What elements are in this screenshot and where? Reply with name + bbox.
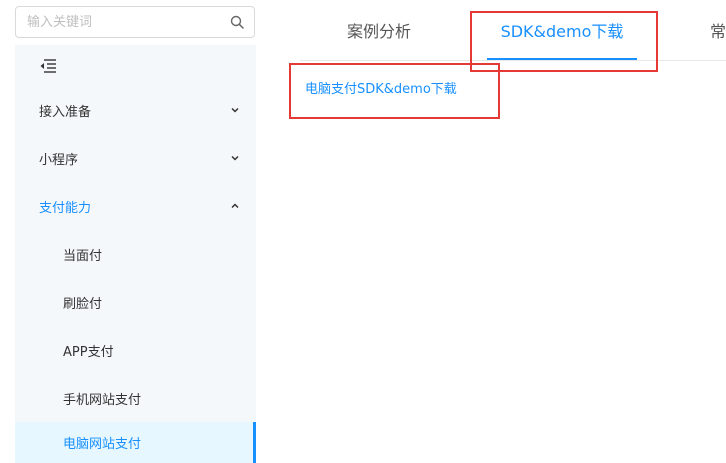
active-tab-indicator bbox=[487, 58, 637, 60]
sidebar-item-label: 小程序 bbox=[39, 152, 79, 168]
sidebar-item-label: 支付能力 bbox=[39, 200, 92, 216]
sidebar-item-label: 刷脸付 bbox=[63, 296, 103, 312]
sidebar-item-mobile-web-pay[interactable]: 手机网站支付 bbox=[15, 374, 256, 422]
sidebar-item-access-prep[interactable]: 接入准备 bbox=[15, 86, 256, 134]
sidebar-item-app-pay[interactable]: APP支付 bbox=[15, 326, 256, 374]
search-input[interactable] bbox=[16, 7, 254, 37]
sidebar-item-face-scan-pay[interactable]: 刷脸付 bbox=[15, 278, 256, 326]
sidebar: 接入准备 小程序 支付能力 当面付 刷脸付 APP支付 手机网站支付 电脑网站支… bbox=[15, 45, 256, 463]
sidebar-item-label: APP支付 bbox=[63, 344, 114, 360]
sidebar-item-label: 当面付 bbox=[63, 248, 103, 264]
chevron-down-icon bbox=[231, 107, 239, 113]
sidebar-item-pc-web-pay[interactable]: 电脑网站支付 bbox=[15, 422, 256, 463]
tab-sdk-demo-download[interactable]: SDK&demo下载 bbox=[487, 0, 637, 60]
tab-bar: 案例分析 SDK&demo下载 常 bbox=[300, 0, 726, 61]
sidebar-item-label: 接入准备 bbox=[39, 104, 92, 120]
sidebar-item-label: 电脑网站支付 bbox=[63, 437, 142, 452]
sidebar-item-face-to-face-pay[interactable]: 当面付 bbox=[15, 230, 256, 278]
menu-fold-icon[interactable] bbox=[39, 58, 57, 74]
tab-case-analysis[interactable]: 案例分析 bbox=[328, 0, 430, 60]
chevron-down-icon bbox=[231, 155, 239, 161]
chevron-up-icon bbox=[231, 203, 239, 209]
search-icon[interactable] bbox=[230, 15, 244, 29]
search-box bbox=[15, 6, 255, 38]
tab-faq[interactable]: 常 bbox=[710, 0, 726, 60]
sidebar-item-mini-program[interactable]: 小程序 bbox=[15, 134, 256, 182]
sidebar-item-label: 手机网站支付 bbox=[63, 392, 142, 408]
pc-pay-sdk-demo-download-link[interactable]: 电脑支付SDK&demo下载 bbox=[305, 78, 457, 97]
sidebar-item-payment-capability[interactable]: 支付能力 bbox=[15, 182, 256, 230]
page: 接入准备 小程序 支付能力 当面付 刷脸付 APP支付 手机网站 bbox=[0, 0, 726, 463]
